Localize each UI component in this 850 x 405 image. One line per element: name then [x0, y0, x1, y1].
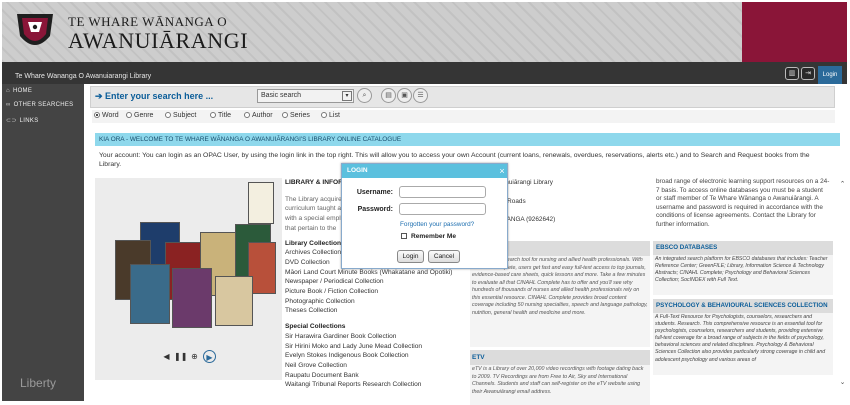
cancel-button[interactable]: Cancel	[428, 250, 460, 263]
forgot-password-link[interactable]: Forgotten your password?	[400, 221, 474, 228]
username-label: Username:	[356, 189, 393, 196]
remember-me-checkbox[interactable]	[401, 233, 407, 239]
password-field[interactable]	[399, 203, 486, 215]
close-icon[interactable]: ×	[497, 164, 507, 178]
remember-me-label: Remember Me	[411, 233, 457, 240]
username-field[interactable]	[399, 186, 486, 198]
login-dialog: LOGIN × Username: Password: Forgotten yo…	[341, 163, 508, 269]
login-dialog-title: LOGIN	[342, 164, 507, 178]
login-button[interactable]: Login	[397, 250, 424, 263]
password-label: Password:	[357, 206, 393, 213]
page: TE WHARE WĀNANGA O AWANUIĀRANGI Te Whare…	[0, 0, 850, 405]
